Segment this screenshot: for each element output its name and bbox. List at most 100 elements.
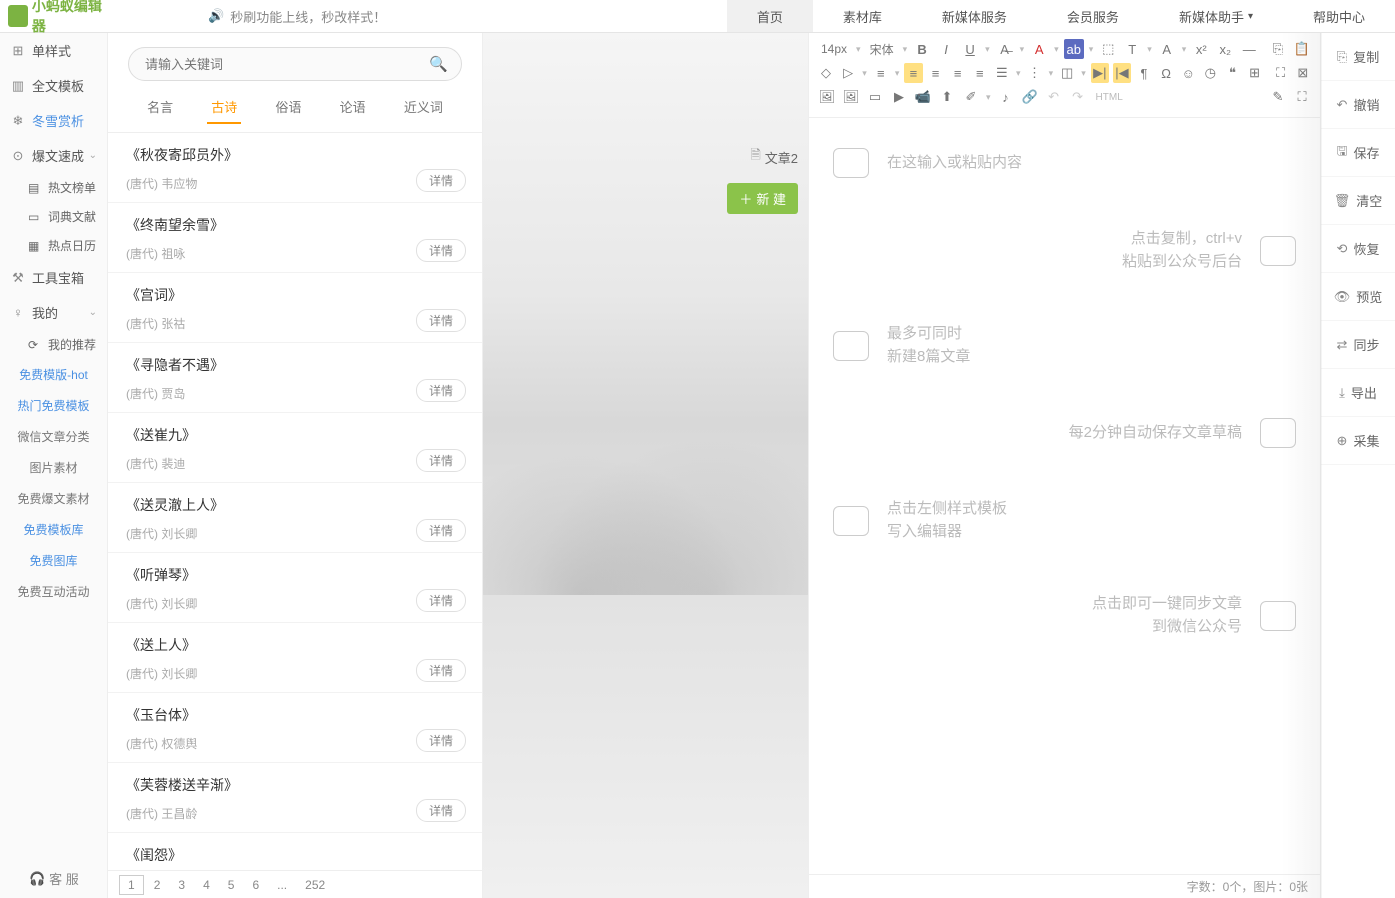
camera-button[interactable]: 📹: [913, 87, 933, 107]
page-1[interactable]: 1: [119, 875, 144, 895]
bg-color-button[interactable]: ab: [1064, 39, 1084, 59]
card-button[interactable]: ▭: [865, 87, 885, 107]
tab-0[interactable]: 名言: [143, 91, 177, 124]
new-article-button[interactable]: ＋ 新 建: [727, 183, 798, 214]
redo-button[interactable]: ↷: [1068, 87, 1088, 107]
nav-item-2[interactable]: 新媒体服务: [912, 0, 1037, 32]
html-source-button[interactable]: HTML: [1092, 87, 1127, 107]
detail-button[interactable]: 详情: [416, 799, 466, 822]
sidebar-link[interactable]: 免费模板库: [0, 514, 107, 545]
link-button[interactable]: 🔗: [1020, 87, 1040, 107]
page-3[interactable]: 3: [170, 876, 193, 894]
italic-button[interactable]: I: [936, 39, 956, 59]
align-left-button[interactable]: ≡: [904, 63, 922, 83]
poem-item[interactable]: 《玉台体》(唐代) 权德舆详情: [108, 693, 482, 763]
editor-body[interactable]: 在这输入或粘贴内容点击复制，ctrl+v粘贴到公众号后台最多可同时新建8篇文章每…: [809, 118, 1320, 874]
tab-4[interactable]: 近义词: [400, 91, 447, 124]
poem-item[interactable]: 《秋夜寄邱员外》(唐代) 韦应物详情: [108, 133, 482, 203]
poem-item[interactable]: 《送灵澈上人》(唐代) 刘长卿详情: [108, 483, 482, 553]
format-button[interactable]: ⬚: [1098, 39, 1118, 59]
sidebar-item[interactable]: ⚒工具宝箱: [0, 260, 107, 295]
tab-3[interactable]: 论语: [336, 91, 370, 124]
spacing-button[interactable]: ◫: [1058, 63, 1076, 83]
action-采集[interactable]: ⊕采集: [1321, 417, 1395, 465]
sidebar-item[interactable]: ♀我的⌄: [0, 295, 107, 330]
sidebar-item[interactable]: ▦热点日历: [0, 231, 107, 260]
action-导出[interactable]: ⤓导出: [1321, 369, 1395, 417]
underline-button[interactable]: U: [960, 39, 980, 59]
undo-button[interactable]: ↶: [1044, 87, 1064, 107]
fullscreen-button[interactable]: ⛶: [1272, 63, 1290, 83]
page-252[interactable]: 252: [297, 876, 333, 894]
remove-format-button[interactable]: —: [1239, 39, 1259, 59]
image-button[interactable]: 🖼: [817, 87, 837, 107]
tab-2[interactable]: 俗语: [271, 91, 305, 124]
close-button[interactable]: ⊠: [1294, 63, 1312, 83]
poem-item[interactable]: 《闺怨》: [108, 833, 482, 870]
action-保存[interactable]: 🖫保存: [1321, 129, 1395, 177]
font-family-select[interactable]: 宋体: [866, 39, 898, 59]
sidebar-item[interactable]: ❄冬雪赏析: [0, 103, 107, 138]
list-button[interactable]: ☰: [993, 63, 1011, 83]
brush-button[interactable]: ✐: [961, 87, 981, 107]
subscript-button[interactable]: x₂: [1215, 39, 1235, 59]
detail-button[interactable]: 详情: [416, 449, 466, 472]
align-justify-button[interactable]: ≡: [971, 63, 989, 83]
indent-button[interactable]: ▷: [839, 63, 857, 83]
tab-1[interactable]: 古诗: [207, 91, 241, 124]
sidebar-link[interactable]: 图片素材: [0, 452, 107, 483]
nav-item-0[interactable]: 首页: [727, 0, 813, 32]
sidebar-item[interactable]: ▥全文模板: [0, 68, 107, 103]
detail-button[interactable]: 详情: [416, 169, 466, 192]
multi-image-button[interactable]: 🖼: [841, 87, 861, 107]
nav-item-3[interactable]: 会员服务: [1037, 0, 1149, 32]
strikethrough-button[interactable]: A̶: [995, 39, 1015, 59]
expand-button[interactable]: ⛶: [1292, 87, 1312, 107]
sidebar-item[interactable]: ⊞单样式: [0, 33, 107, 68]
align-right-button[interactable]: ≡: [949, 63, 967, 83]
align-center-button[interactable]: ≡: [927, 63, 945, 83]
pagebreak-button[interactable]: ¶: [1135, 63, 1153, 83]
poem-item[interactable]: 《寻隐者不遇》(唐代) 贾岛详情: [108, 343, 482, 413]
special-char-button[interactable]: Ω: [1157, 63, 1175, 83]
search-icon[interactable]: 🔍: [429, 55, 448, 73]
page-...[interactable]: ...: [269, 876, 295, 894]
font-color-button[interactable]: A: [1029, 39, 1049, 59]
sidebar-link[interactable]: 免费互动活动: [0, 576, 107, 607]
sidebar-item[interactable]: ▤热文榜单: [0, 173, 107, 202]
detail-button[interactable]: 详情: [416, 379, 466, 402]
nav-item-5[interactable]: 帮助中心: [1283, 0, 1395, 32]
sidebar-link[interactable]: 热门免费模板: [0, 390, 107, 421]
search-input[interactable]: [128, 47, 462, 81]
poem-item[interactable]: 《送崔九》(唐代) 裴迪详情: [108, 413, 482, 483]
action-复制[interactable]: ⎘复制: [1321, 33, 1395, 81]
text-shadow-button[interactable]: A: [1157, 39, 1177, 59]
sidebar-link[interactable]: 免费图库: [0, 545, 107, 576]
ordered-list-button[interactable]: ⋮: [1025, 63, 1043, 83]
action-同步[interactable]: ⇄同步: [1321, 321, 1395, 369]
detail-button[interactable]: 详情: [416, 729, 466, 752]
paste-button[interactable]: 📋: [1292, 39, 1312, 59]
action-预览[interactable]: 👁预览: [1321, 273, 1395, 321]
music-button[interactable]: ♪: [996, 87, 1016, 107]
quote-button[interactable]: ❝: [1223, 63, 1241, 83]
sidebar-item[interactable]: ▭词典文献: [0, 202, 107, 231]
upload-button[interactable]: ⬆: [937, 87, 957, 107]
datetime-button[interactable]: ◷: [1201, 63, 1219, 83]
superscript-button[interactable]: x²: [1191, 39, 1211, 59]
sidebar-item[interactable]: ⟳我的推荐: [0, 330, 107, 359]
action-撤销[interactable]: ↶撤销: [1321, 81, 1395, 129]
direction-button[interactable]: ▶|: [1091, 63, 1109, 83]
page-6[interactable]: 6: [244, 876, 267, 894]
detail-button[interactable]: 详情: [416, 659, 466, 682]
font-size-select[interactable]: 14px: [817, 39, 851, 59]
text-effect-button[interactable]: T: [1122, 39, 1142, 59]
customer-service[interactable]: 🎧 客 服: [0, 869, 108, 888]
action-恢复[interactable]: ⟲恢复: [1321, 225, 1395, 273]
detail-button[interactable]: 详情: [416, 239, 466, 262]
poem-item[interactable]: 《芙蓉楼送辛渐》(唐代) 王昌龄详情: [108, 763, 482, 833]
detail-button[interactable]: 详情: [416, 519, 466, 542]
nav-item-1[interactable]: 素材库: [813, 0, 912, 32]
detail-button[interactable]: 详情: [416, 309, 466, 332]
logo[interactable]: 小蚂蚁编辑器: [0, 0, 108, 36]
